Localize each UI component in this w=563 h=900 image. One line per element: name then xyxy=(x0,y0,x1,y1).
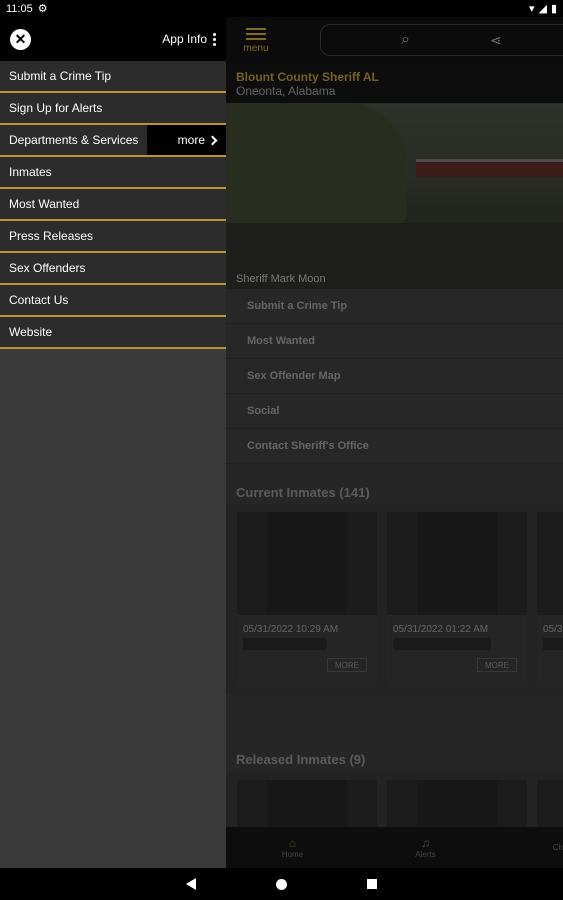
settings-icon: ⚙ xyxy=(37,3,48,15)
drawer-item-departments-label[interactable]: Departments & Services xyxy=(0,125,147,155)
more-vert-icon xyxy=(213,32,216,46)
drawer-item-sex-offenders[interactable]: Sex Offenders xyxy=(0,253,226,285)
departments-more-button[interactable]: more xyxy=(147,125,226,155)
app-info-label: App Info xyxy=(162,32,207,46)
recents-icon[interactable] xyxy=(367,879,377,889)
drawer-header: ✕ App Info xyxy=(0,17,226,61)
chevron-right-icon xyxy=(207,135,218,145)
status-bar: 11:05 ⚙ ▾ ◢ ▮ xyxy=(0,0,563,17)
wifi-icon: ▾ xyxy=(528,3,535,15)
status-icons: ▾ ◢ ▮ xyxy=(529,2,557,15)
app-info-button[interactable]: App Info xyxy=(162,32,216,46)
signal-icon: ◢ xyxy=(538,3,547,15)
more-label: more xyxy=(177,133,205,147)
navigation-drawer: ✕ App Info Submit a Crime Tip Sign Up fo… xyxy=(0,17,226,868)
screen: menu ⌕ ⋖ Blount County Sheriff AL Oneont… xyxy=(0,17,563,868)
drawer-item-press-releases[interactable]: Press Releases xyxy=(0,221,226,253)
home-button-icon[interactable] xyxy=(276,878,287,890)
drawer-item-sign-up-alerts[interactable]: Sign Up for Alerts xyxy=(0,93,226,125)
status-time: 11:05 xyxy=(6,2,33,15)
system-navigation-bar xyxy=(0,868,563,900)
drawer-item-most-wanted[interactable]: Most Wanted xyxy=(0,189,226,221)
drawer-item-submit-crime-tip[interactable]: Submit a Crime Tip xyxy=(0,61,226,93)
drawer-item-departments: Departments & Services more xyxy=(0,125,226,157)
drawer-item-inmates[interactable]: Inmates xyxy=(0,157,226,189)
drawer-item-contact-us[interactable]: Contact Us xyxy=(0,285,226,317)
drawer-item-website[interactable]: Website xyxy=(0,317,226,349)
scrim-overlay[interactable] xyxy=(226,17,563,868)
back-icon[interactable] xyxy=(186,878,196,890)
close-icon[interactable]: ✕ xyxy=(10,28,31,50)
battery-icon: ▮ xyxy=(550,3,557,15)
